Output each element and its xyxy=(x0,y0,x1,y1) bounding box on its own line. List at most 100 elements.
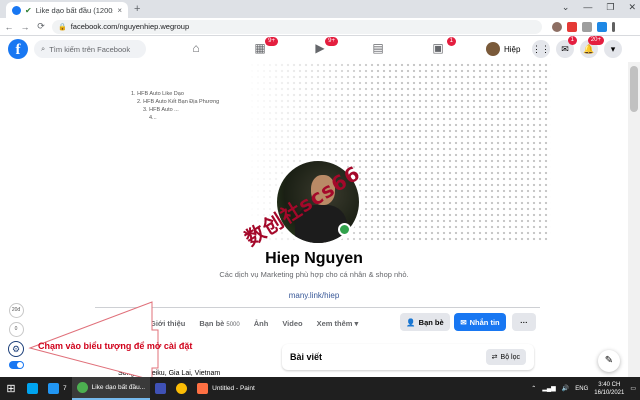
window-controls: ⌄ — ❐ ✕ xyxy=(562,2,636,13)
chevron-up-icon[interactable]: ⌃ xyxy=(531,385,536,392)
taskbar-app[interactable] xyxy=(22,377,43,400)
messenger-icon[interactable]: ✉ 1 xyxy=(556,36,577,58)
profile-link[interactable]: many.link/hiep xyxy=(0,291,628,300)
notification-center-icon[interactable]: ▭ xyxy=(630,385,636,392)
extension-toggle[interactable] xyxy=(8,361,24,369)
filter-button[interactable]: ⇄ Bộ lọc xyxy=(485,349,526,365)
user-name: Hiệp xyxy=(504,44,521,54)
message-button[interactable]: ✉ Nhắn tin xyxy=(454,313,506,331)
widget-status[interactable]: 0 xyxy=(8,322,24,337)
browser-tab[interactable]: ✔ Like dạo bất đầu (1200s) × xyxy=(6,2,128,18)
account-menu-icon[interactable]: ▾ xyxy=(604,40,622,58)
marketplace-icon[interactable]: ▤ xyxy=(368,41,388,57)
user-check-icon: 👤 xyxy=(406,317,416,327)
maximize-button[interactable]: ❐ xyxy=(606,2,614,13)
groups-icon[interactable]: ▣ 1 xyxy=(428,37,456,57)
friends-count: 5000 xyxy=(226,321,240,328)
groups-badge: 1 xyxy=(446,37,456,46)
network-icon[interactable]: ▂▄▆ xyxy=(542,385,555,392)
filter-icon: ⇄ xyxy=(491,354,498,361)
posts-title: Bài viết xyxy=(290,352,323,362)
close-tab-icon[interactable]: × xyxy=(117,6,122,15)
checkmark-icon: ✔ xyxy=(25,5,32,15)
windows-start-icon[interactable]: ⊞ xyxy=(0,382,22,395)
video-badge: 9+ xyxy=(325,37,338,46)
close-window-button[interactable]: ✕ xyxy=(628,2,636,13)
menu-grid-icon[interactable]: ⋮⋮ xyxy=(532,40,550,58)
more-options-button[interactable]: ··· xyxy=(512,313,536,331)
settings-gear-icon[interactable]: ⚙ xyxy=(8,341,24,357)
url-field[interactable]: 🔒 facebook.com/nguyenhiep.wegroup xyxy=(52,19,542,34)
system-tray: ⌃ ▂▄▆ 🔊 ENG 3:40 CH 16/10/2021 ▭ xyxy=(531,377,636,400)
filter-label: Bộ lọc xyxy=(500,353,520,361)
page-scrollbar[interactable] xyxy=(628,62,640,377)
tab-photos[interactable]: Ảnh xyxy=(254,319,269,328)
new-message-icon[interactable]: ✎ xyxy=(598,350,620,372)
widget-counter[interactable]: 20đ xyxy=(8,303,24,318)
extension-icon[interactable] xyxy=(567,21,577,32)
taskbar-app[interactable] xyxy=(171,377,192,400)
profile-shortcut[interactable]: Hiệp xyxy=(486,41,520,57)
watch-icon[interactable]: ▦ 9+ xyxy=(250,37,278,57)
online-status-dot xyxy=(338,223,351,236)
search-input[interactable]: ⌕ Tìm kiếm trên Facebook xyxy=(34,40,146,58)
clock[interactable]: 3:40 CH 16/10/2021 xyxy=(594,381,624,397)
extension-widget: 20đ 0 ⚙ xyxy=(5,303,27,369)
minimize-button[interactable]: — xyxy=(583,2,592,13)
forward-button[interactable]: → xyxy=(20,22,30,32)
facebook-logo[interactable]: f xyxy=(8,39,28,59)
search-placeholder: Tìm kiếm trên Facebook xyxy=(49,44,131,54)
cover-line: 2. HFB Auto Kết Bạn Địa Phương xyxy=(137,99,220,105)
watch-badge: 9+ xyxy=(265,37,278,46)
url-text: facebook.com/nguyenhiep.wegroup xyxy=(70,22,190,31)
language-indicator[interactable]: ENG xyxy=(575,386,588,392)
friends-button-label: Bạn bè xyxy=(418,317,444,327)
tab-friends[interactable]: Bạn bè 5000 xyxy=(199,319,239,328)
cover-text-list: 1. HFB Auto Like Dạo 2. HFB Auto Kết Bạn… xyxy=(131,90,219,122)
extension-icon[interactable] xyxy=(597,21,607,32)
taskbar-paint[interactable]: Untitled - Paint xyxy=(192,377,260,400)
friends-button[interactable]: 👤 Bạn bè xyxy=(400,313,450,331)
volume-icon[interactable]: 🔊 xyxy=(562,385,569,392)
message-button-label: Nhắn tin xyxy=(469,317,500,327)
menu-dots-icon[interactable] xyxy=(612,21,615,32)
app-icon xyxy=(155,383,167,394)
tab-more[interactable]: Xem thêm ▾ xyxy=(317,319,359,328)
profile-bio: Các dịch vụ Marketing phù hợp cho cá nhâ… xyxy=(219,270,409,279)
taskbar-chrome-label: Like dạo bất đầu... xyxy=(91,384,146,391)
avatar xyxy=(486,42,500,56)
search-icon: ⌕ xyxy=(41,44,46,53)
tab-videos[interactable]: Video xyxy=(282,319,302,328)
chrome-icon xyxy=(76,382,88,393)
taskbar-app[interactable]: 7 xyxy=(43,377,72,400)
video-icon[interactable]: ▶ 9+ xyxy=(310,37,338,57)
profile-tabs: Giới thiệu Bạn bè 5000 Ảnh Video Xem thêm… xyxy=(150,313,358,333)
messenger-badge: 1 xyxy=(567,36,577,45)
address-bar-row: ← → ⟳ 🔒 facebook.com/nguyenhiep.wegroup xyxy=(0,18,640,36)
extension-icon[interactable] xyxy=(552,21,562,32)
paint-icon xyxy=(197,383,209,394)
taskbar-chrome[interactable]: Like dạo bất đầu... xyxy=(71,377,151,400)
back-button[interactable]: ← xyxy=(4,22,14,32)
clock-date: 16/10/2021 xyxy=(594,389,625,396)
lock-icon[interactable]: 🔒 xyxy=(58,23,67,31)
clock-time: 3:40 CH xyxy=(598,381,621,388)
tab-search-icon[interactable]: ⌄ xyxy=(562,2,570,13)
puzzle-icon[interactable] xyxy=(582,21,592,32)
browser-tab-strip: ✔ Like dạo bất đầu (1200s) × + ⌄ — ❐ ✕ xyxy=(0,0,640,18)
posts-header: Bài viết ⇄ Bộ lọc xyxy=(282,344,534,370)
extensions-area xyxy=(552,21,615,32)
taskbar-app[interactable] xyxy=(150,377,171,400)
new-tab-button[interactable]: + xyxy=(134,3,140,15)
cover-line: 3. HFB Auto ... xyxy=(143,107,179,113)
tab-title: Like dạo bất đầu (1200s) xyxy=(35,5,114,15)
reload-button[interactable]: ⟳ xyxy=(36,21,46,32)
facebook-favicon-icon xyxy=(12,5,21,15)
home-icon[interactable]: ⌂ xyxy=(186,41,206,57)
taskbar-badge: 7 xyxy=(63,385,67,392)
notifications-icon[interactable]: 🔔 20+ xyxy=(580,36,604,58)
tab-friends-label: Bạn bè xyxy=(199,318,225,328)
scrollbar-thumb[interactable] xyxy=(630,66,638,112)
app-icon xyxy=(48,383,59,394)
taskbar-paint-label: Untitled - Paint xyxy=(212,385,255,392)
